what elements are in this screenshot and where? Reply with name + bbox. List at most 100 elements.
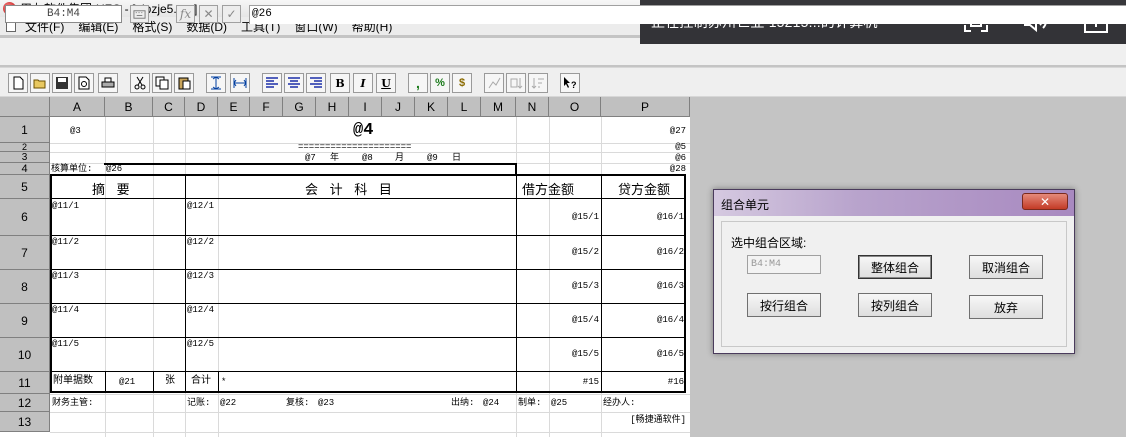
cell-reviewer-label[interactable]: 复核: xyxy=(286,398,309,408)
cell-debit-3[interactable]: @15/3 xyxy=(516,281,599,291)
row-header-13[interactable]: 13 xyxy=(0,412,50,432)
column-header-h[interactable]: H xyxy=(316,97,349,117)
cell-a1[interactable]: @3 xyxy=(70,126,81,136)
row-header-1[interactable]: 1 xyxy=(0,117,50,143)
cell-date-month-value[interactable]: @8 xyxy=(362,153,373,163)
column-header-d[interactable]: D xyxy=(185,97,218,117)
underline-button[interactable]: U xyxy=(376,73,396,93)
cell-p4[interactable]: @28 xyxy=(601,164,686,174)
cell-p3[interactable]: @6 xyxy=(601,153,686,163)
cell-sheets-label[interactable]: 张 xyxy=(165,377,175,387)
cell-debit-2[interactable]: @15/2 xyxy=(516,247,599,257)
cell-p2[interactable]: @5 xyxy=(601,143,686,152)
save-icon[interactable] xyxy=(52,73,72,93)
cell-debit-5[interactable]: @15/5 xyxy=(516,349,599,359)
column-header-a[interactable]: A xyxy=(50,97,105,117)
bold-button[interactable]: B xyxy=(330,73,350,93)
sort-desc-icon[interactable] xyxy=(528,73,548,93)
cell-summary-1[interactable]: @11/1 xyxy=(52,201,79,211)
row-header-9[interactable]: 9 xyxy=(0,304,50,338)
selected-range-field[interactable]: B4:M4 xyxy=(747,255,821,274)
merge-by-column-button[interactable]: 按列组合 xyxy=(858,293,932,317)
cell-date-day-value[interactable]: @9 xyxy=(427,153,438,163)
cell-day-label[interactable]: 日 xyxy=(452,153,461,163)
cell-credit-3[interactable]: @16/3 xyxy=(601,281,684,291)
cell-total-star[interactable]: * xyxy=(221,377,226,387)
row-header-6[interactable]: 6 xyxy=(0,199,50,236)
cell-summary-4[interactable]: @11/4 xyxy=(52,305,79,315)
cell-attachments-label[interactable]: 附单据数 xyxy=(53,377,93,387)
row-header-4[interactable]: 4 xyxy=(0,163,50,175)
cell-debit-4[interactable]: @15/4 xyxy=(516,315,599,325)
cell-month-label[interactable]: 月 xyxy=(395,153,404,163)
column-width-icon[interactable] xyxy=(230,73,250,93)
context-help-icon[interactable]: ? xyxy=(560,73,580,93)
cell-year-label[interactable]: 年 xyxy=(330,153,339,163)
currency-style-button[interactable]: $ xyxy=(452,73,472,93)
header-debit[interactable]: 借方金额 xyxy=(522,179,574,198)
cell-reviewer-value[interactable]: @23 xyxy=(318,398,334,408)
cut-icon[interactable] xyxy=(130,73,150,93)
select-all-corner[interactable] xyxy=(0,97,50,117)
row-header-8[interactable]: 8 xyxy=(0,270,50,304)
column-header-b[interactable]: B xyxy=(105,97,153,117)
chart-icon[interactable] xyxy=(484,73,504,93)
cell-credit-1[interactable]: @16/1 xyxy=(601,212,684,222)
cell-account-5[interactable]: @12/5 xyxy=(187,339,214,349)
cell-credit-total[interactable]: #16 xyxy=(601,377,684,387)
column-header-p[interactable]: P xyxy=(601,97,690,117)
function-icon[interactable]: fx xyxy=(176,5,195,23)
cell-account-1[interactable]: @12/1 xyxy=(187,201,214,211)
column-header-c[interactable]: C xyxy=(153,97,185,117)
row-height-icon[interactable] xyxy=(206,73,226,93)
cell-account-3[interactable]: @12/3 xyxy=(187,271,214,281)
header-account[interactable]: 会 计 科 目 xyxy=(305,179,396,198)
merge-whole-button[interactable]: 整体组合 xyxy=(858,255,932,279)
italic-button[interactable]: I xyxy=(353,73,373,93)
sort-icon[interactable] xyxy=(506,73,526,93)
row-header-12[interactable]: 12 xyxy=(0,394,50,412)
cell-bookkeeper-label[interactable]: 记账: xyxy=(187,398,210,408)
spreadsheet[interactable]: A B C D E F G H I J K L M N O P 1 2 3 4 … xyxy=(0,97,690,437)
cell-reference-box[interactable]: B4:M4 xyxy=(5,5,122,23)
cell-bookkeeper-value[interactable]: @22 xyxy=(220,398,236,408)
copy-icon[interactable] xyxy=(152,73,172,93)
row-header-3[interactable]: 3 xyxy=(0,152,50,163)
cell-cashier-label[interactable]: 出纳: xyxy=(451,398,474,408)
cell-credit-2[interactable]: @16/2 xyxy=(601,247,684,257)
cell-attachments-count[interactable]: @21 xyxy=(119,377,135,387)
cell-software-note[interactable]: [畅捷通软件] xyxy=(601,415,686,425)
cell-account-4[interactable]: @12/4 xyxy=(187,305,214,315)
column-header-i[interactable]: I xyxy=(349,97,382,117)
cell-cashier-value[interactable]: @24 xyxy=(483,398,499,408)
column-header-j[interactable]: J xyxy=(382,97,415,117)
align-right-icon[interactable] xyxy=(306,73,326,93)
align-left-icon[interactable] xyxy=(262,73,282,93)
cell-summary-5[interactable]: @11/5 xyxy=(52,339,79,349)
cell-unit-value[interactable]: @26 xyxy=(106,164,122,174)
cell-finance-supervisor[interactable]: 财务主管: xyxy=(52,398,93,408)
column-header-n[interactable]: N xyxy=(516,97,549,117)
confirm-formula-icon[interactable]: ✓ xyxy=(222,5,241,23)
header-summary[interactable]: 摘 要 xyxy=(92,179,134,198)
column-header-k[interactable]: K xyxy=(415,97,448,117)
cell-total-label[interactable]: 合计 xyxy=(191,377,211,387)
unmerge-button[interactable]: 取消组合 xyxy=(969,255,1043,279)
cancel-formula-icon[interactable]: ✕ xyxy=(199,5,218,23)
print-icon[interactable] xyxy=(98,73,118,93)
paste-icon[interactable] xyxy=(174,73,194,93)
cell-account-2[interactable]: @12/2 xyxy=(187,237,214,247)
cell-title[interactable]: @4 xyxy=(353,121,373,140)
cell-summary-3[interactable]: @11/3 xyxy=(52,271,79,281)
row-header-10[interactable]: 10 xyxy=(0,338,50,372)
cell-summary-2[interactable]: @11/2 xyxy=(52,237,79,247)
cell-credit-4[interactable]: @16/4 xyxy=(601,315,684,325)
column-header-g[interactable]: G xyxy=(283,97,316,117)
dialog-title-bar[interactable]: 组合单元 ✕ xyxy=(714,190,1074,216)
cell-date-year-value[interactable]: @7 xyxy=(305,153,316,163)
merge-by-row-button[interactable]: 按行组合 xyxy=(747,293,821,317)
cell-p1[interactable]: @27 xyxy=(601,126,686,136)
comma-style-button[interactable]: , xyxy=(408,73,428,93)
cell-debit-total[interactable]: #15 xyxy=(516,377,599,387)
column-header-m[interactable]: M xyxy=(481,97,516,117)
